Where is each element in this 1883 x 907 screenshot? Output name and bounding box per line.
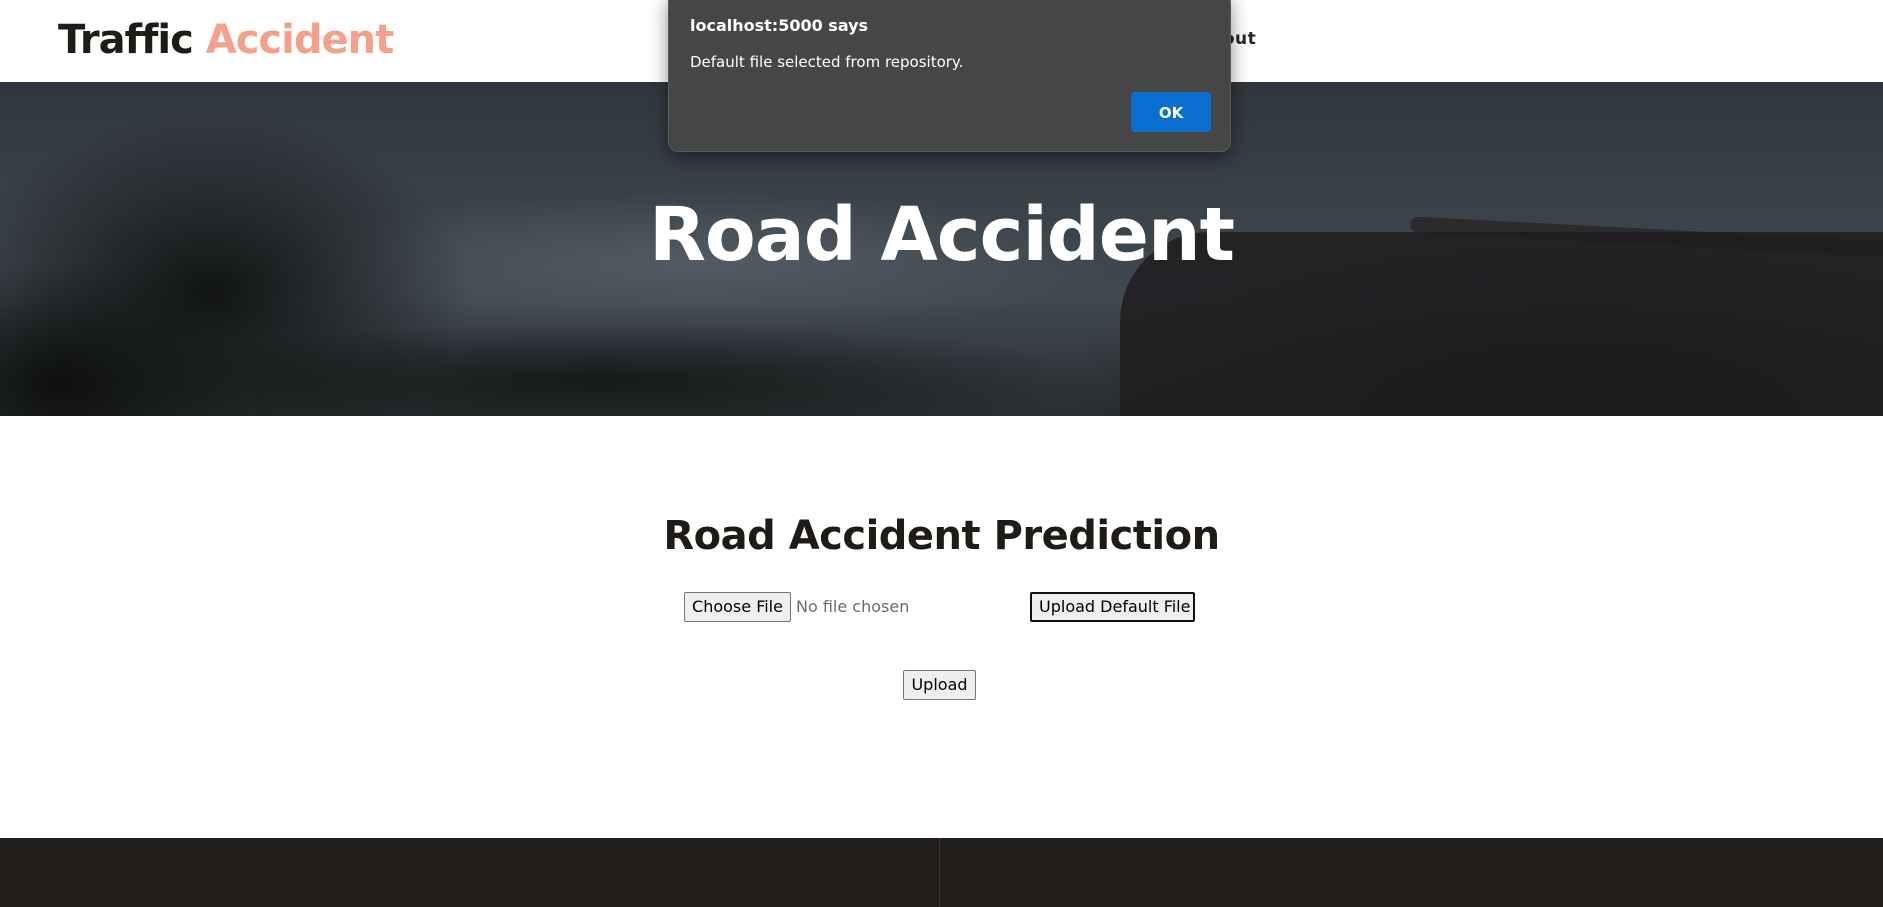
brand-main-text: Traffic bbox=[58, 17, 206, 63]
brand-accent-text: Accident bbox=[205, 17, 394, 63]
upload-button[interactable]: Upload bbox=[903, 670, 976, 700]
choose-file-button[interactable]: Choose File bbox=[684, 592, 791, 622]
dialog-message: Default file selected from repository. bbox=[690, 53, 964, 71]
alert-dialog: localhost:5000 says Default file selecte… bbox=[668, 0, 1231, 152]
upload-default-file-button[interactable]: Upload Default File bbox=[1030, 592, 1195, 622]
dialog-title: localhost:5000 says bbox=[690, 16, 869, 35]
page-title: Road Accident Prediction bbox=[663, 513, 1220, 559]
file-status-text: No file chosen bbox=[796, 597, 910, 616]
site-footer bbox=[0, 838, 1883, 907]
footer-divider bbox=[939, 838, 940, 907]
hero-title: Road Accident bbox=[648, 192, 1235, 278]
dialog-ok-button[interactable]: OK bbox=[1131, 92, 1211, 132]
brand-logo[interactable]: Traffic Accident bbox=[58, 14, 394, 66]
